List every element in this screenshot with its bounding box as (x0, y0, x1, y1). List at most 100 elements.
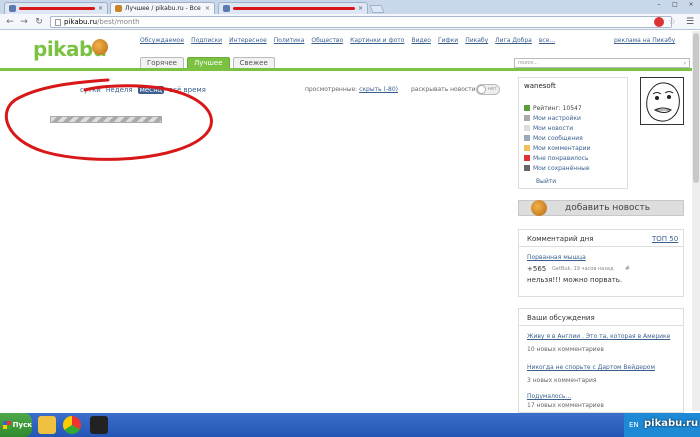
nav-link[interactable]: Общество (311, 37, 343, 44)
browser-tab[interactable]: × (218, 2, 368, 14)
username[interactable]: wanesoft (524, 82, 556, 90)
windows-logo-icon (3, 421, 11, 429)
page-icon (223, 5, 230, 12)
user-menu-item[interactable]: Мои сообщения (524, 133, 590, 143)
settings-wrench-icon[interactable]: ☰ (686, 17, 694, 27)
add-news-button[interactable]: добавить новость (518, 200, 684, 216)
discussion-link[interactable]: Живу я в Англии . Это та, которая в Амер… (527, 333, 670, 340)
nav-link[interactable]: Видео (411, 37, 431, 44)
news-icon (524, 125, 530, 131)
adblock-extension-icon[interactable] (654, 17, 664, 27)
maximize-button[interactable]: □ (668, 1, 682, 9)
viewed-filter: просмотренные: скрыть (-80) (305, 86, 398, 93)
windows-taskbar: Пуск EN (0, 413, 700, 437)
search-input[interactable]: поиск... › (514, 58, 690, 68)
user-menu-label: Мои новости (533, 124, 574, 132)
toggle-state: нет (487, 86, 497, 92)
search-button[interactable]: › (684, 60, 686, 67)
redaction-mark (19, 7, 95, 10)
browser-tab[interactable]: × (4, 2, 108, 14)
discussion-link[interactable]: Подумалось... (527, 393, 604, 400)
comment-of-day-title: Комментарий дня (527, 235, 594, 243)
nav-link[interactable]: все... (539, 37, 555, 44)
nav-link[interactable]: Политика (274, 37, 305, 44)
language-indicator[interactable]: EN (629, 421, 639, 429)
add-news-label: добавить новость (565, 203, 651, 213)
user-menu-label: Рейтинг: 10547 (533, 104, 582, 112)
discussion-item: Никогда не спорьте с Дартом Вейдером 3 н… (527, 364, 655, 384)
tab-close-icon[interactable]: × (98, 5, 103, 12)
discussion-item: Живу я в Англии . Это та, которая в Амер… (527, 333, 670, 353)
url-host: pikabu.ru (64, 18, 98, 26)
rating-icon (524, 105, 530, 111)
back-button[interactable]: ← (4, 16, 16, 28)
rage-face-avatar-icon (646, 82, 680, 122)
messages-icon (524, 135, 530, 141)
chrome-taskbar-icon[interactable] (63, 416, 81, 434)
filter-tab[interactable]: Лучшее (186, 57, 230, 68)
window-controls: – □ × (652, 1, 698, 9)
scrollbar-thumb[interactable] (693, 33, 699, 183)
start-button[interactable]: Пуск (0, 413, 32, 437)
page-scrollbar[interactable] (692, 31, 700, 411)
tab-close-icon[interactable]: × (205, 5, 210, 12)
divider (519, 246, 683, 247)
comment-post-link[interactable]: Порванная мышца (527, 254, 586, 261)
user-menu-item[interactable]: Мои комментарии (524, 143, 590, 153)
nav-link[interactable]: Интересное (229, 37, 267, 44)
user-menu-item[interactable]: Рейтинг: 10547 (524, 103, 590, 113)
bookmark-star-icon[interactable]: ☆ (668, 17, 676, 27)
close-window-button[interactable]: × (684, 1, 698, 9)
red-annotation-circle (4, 78, 213, 161)
reload-button[interactable]: ↻ (33, 16, 45, 28)
nav-link[interactable]: Пикабу (465, 37, 488, 44)
discussion-count: 17 новых комментариев (527, 402, 604, 409)
nav-link[interactable]: Лига Добра (495, 37, 532, 44)
browser-tab-active[interactable]: Лучшее / pikabu.ru - Все × (110, 2, 215, 14)
nav-link[interactable]: Картинки и фото (350, 37, 404, 44)
user-menu-item[interactable]: Мне понравилось (524, 153, 590, 163)
expand-news-label: раскрывать новости (411, 86, 476, 93)
user-menu-item[interactable]: Мои настройки (524, 113, 590, 123)
filter-tab[interactable]: Горячее (140, 57, 184, 68)
nut-icon (531, 200, 547, 216)
avatar[interactable] (640, 77, 684, 125)
discussions-title: Ваши обсуждения (527, 314, 595, 322)
nav-link[interactable]: Подписки (191, 37, 222, 44)
forward-button[interactable]: → (18, 16, 30, 28)
comment-score: +565 (527, 265, 547, 273)
comments-icon (524, 145, 530, 151)
tab-close-icon[interactable]: × (358, 5, 363, 12)
filter-tab[interactable]: Свежее (232, 57, 275, 68)
redaction-mark (233, 7, 355, 10)
comment-permalink[interactable]: # (625, 265, 630, 272)
logo-nut-icon (92, 39, 108, 55)
heart-icon (524, 155, 530, 161)
nav-link[interactable]: Обсуждаемое (140, 37, 184, 44)
discussion-count: 3 новых комментария (527, 377, 597, 384)
top50-link[interactable]: ТОП 50 (652, 235, 678, 243)
new-tab-button[interactable] (369, 5, 385, 13)
explorer-taskbar-icon[interactable] (38, 416, 56, 434)
logout-link[interactable]: Выйти (536, 178, 556, 185)
nav-link[interactable]: Гифки (438, 37, 458, 44)
user-menu-item[interactable]: Мои новости (524, 123, 590, 133)
user-menu-item[interactable]: Мои сохранённые (524, 163, 590, 173)
minimize-button[interactable]: – (652, 1, 666, 9)
user-menu-label: Мои настройки (533, 114, 581, 122)
app-taskbar-icon[interactable] (90, 416, 108, 434)
tab-title: Лучшее / pikabu.ru - Все (125, 5, 201, 12)
expand-news-toggle[interactable]: нет (476, 84, 500, 95)
user-menu: Рейтинг: 10547 Мои настройки Мои новости Мо… (524, 103, 590, 173)
address-bar[interactable]: pikabu.ru /best/month (50, 16, 672, 28)
discussion-link[interactable]: Никогда не спорьте с Дартом Вейдером (527, 364, 655, 371)
filter-tabs: Горячее Лучшее Свежее (140, 57, 275, 68)
browser-tab-bar: × Лучшее / pikabu.ru - Все × × – □ × (0, 0, 700, 14)
pikabu-favicon-icon (115, 5, 122, 12)
ad-link[interactable]: реклама на Пикабу (614, 37, 675, 44)
divider (519, 325, 683, 326)
page-icon (55, 18, 61, 26)
hide-viewed-link[interactable]: скрыть (-80) (359, 86, 398, 93)
comment-meta: GetBuk, 19 часов назад (552, 266, 614, 272)
watermark: pikabu.ru (644, 418, 699, 429)
